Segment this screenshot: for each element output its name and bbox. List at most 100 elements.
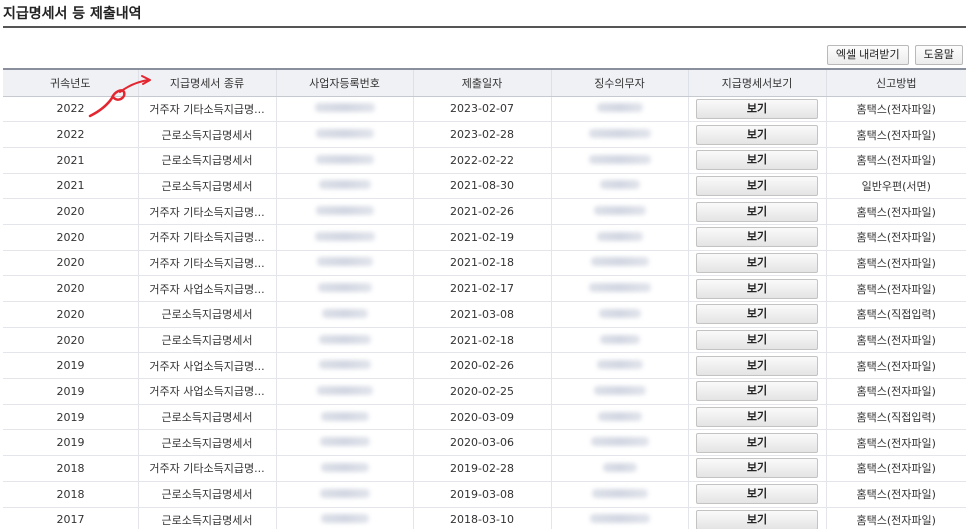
cell-withholder-redacted xyxy=(550,481,688,508)
cell-kind: 근로소득지급명세서 xyxy=(137,147,276,174)
cell-kind: 근로소득지급명세서 xyxy=(137,507,276,529)
cell-business-number-redacted xyxy=(275,96,413,123)
cell-withholder-redacted xyxy=(550,250,688,277)
cell-submit-date: 2019-03-08 xyxy=(412,481,551,508)
cell-submit-date: 2020-02-26 xyxy=(412,352,551,380)
view-statement-button[interactable]: 보기 xyxy=(696,355,818,376)
cell-business-number-redacted xyxy=(275,224,413,251)
cell-view: 보기 xyxy=(687,455,826,482)
view-statement-button[interactable]: 보기 xyxy=(696,175,818,196)
cell-business-number-redacted xyxy=(275,121,413,148)
table-row: 2021 근로소득지급명세서 2021-08-30 보기 일반우편(서면) xyxy=(3,173,966,200)
cell-kind: 거주자 기타소득지급명... xyxy=(137,455,276,482)
cell-submit-date: 2020-03-06 xyxy=(412,429,551,457)
table-row: 2020 거주자 기타소득지급명... 2021-02-26 보기 홈택스(전자파일) xyxy=(3,198,966,225)
view-statement-button[interactable]: 보기 xyxy=(696,432,818,453)
view-statement-button[interactable]: 보기 xyxy=(696,484,818,505)
column-header-method[interactable]: 신고방법 xyxy=(825,68,966,97)
help-button[interactable]: 도움말 xyxy=(914,45,963,65)
view-statement-button[interactable]: 보기 xyxy=(696,227,818,248)
table-row: 2020 거주자 사업소득지급명... 2021-02-17 보기 홈택스(전자파일) xyxy=(3,275,966,302)
title-divider xyxy=(3,26,966,28)
cell-kind: 거주자 사업소득지급명... xyxy=(137,352,276,380)
cell-view: 보기 xyxy=(687,301,826,328)
cell-method: 홈택스(직접입력) xyxy=(825,301,966,328)
cell-business-number-redacted xyxy=(275,301,413,328)
cell-method: 홈택스(전자파일) xyxy=(825,198,966,225)
cell-view: 보기 xyxy=(687,327,826,354)
cell-year: 2020 xyxy=(3,301,138,328)
cell-withholder-redacted xyxy=(550,429,688,457)
cell-view: 보기 xyxy=(687,250,826,277)
table-row: 2022 근로소득지급명세서 2023-02-28 보기 홈택스(전자파일) xyxy=(3,121,966,148)
cell-submit-date: 2021-03-08 xyxy=(412,301,551,328)
page-title: 지급명세서 등 제출내역 xyxy=(3,6,142,22)
cell-year: 2019 xyxy=(3,404,138,431)
column-header-submit-date[interactable]: 제출일자 xyxy=(412,68,551,97)
cell-submit-date: 2018-03-10 xyxy=(412,507,551,529)
cell-business-number-redacted xyxy=(275,429,413,457)
cell-method: 홈택스(전자파일) xyxy=(825,250,966,277)
table-row: 2020 거주자 기타소득지급명... 2021-02-19 보기 홈택스(전자파일) xyxy=(3,224,966,251)
table-row: 2019 근로소득지급명세서 2020-03-06 보기 홈택스(전자파일) xyxy=(3,429,966,457)
column-header-withholder[interactable]: 징수의무자 xyxy=(550,68,688,97)
view-statement-button[interactable]: 보기 xyxy=(696,458,818,479)
column-header-kind[interactable]: 지급명세서 종류 xyxy=(137,68,276,97)
cell-method: 홈택스(전자파일) xyxy=(825,455,966,482)
view-statement-button[interactable]: 보기 xyxy=(696,124,818,145)
cell-business-number-redacted xyxy=(275,507,413,529)
cell-method: 일반우편(서면) xyxy=(825,173,966,200)
cell-kind: 근로소득지급명세서 xyxy=(137,327,276,354)
cell-business-number-redacted xyxy=(275,250,413,277)
view-statement-button[interactable]: 보기 xyxy=(696,201,818,222)
cell-withholder-redacted xyxy=(550,147,688,174)
toolbar: 엑셀 내려받기 도움말 xyxy=(826,45,963,65)
cell-withholder-redacted xyxy=(550,455,688,482)
cell-year: 2018 xyxy=(3,481,138,508)
cell-view: 보기 xyxy=(687,404,826,431)
column-header-business-number[interactable]: 사업자등록번호 xyxy=(275,68,413,97)
cell-view: 보기 xyxy=(687,96,826,123)
cell-year: 2020 xyxy=(3,198,138,225)
cell-kind: 근로소득지급명세서 xyxy=(137,173,276,200)
cell-year: 2020 xyxy=(3,327,138,354)
cell-view: 보기 xyxy=(687,173,826,200)
cell-withholder-redacted xyxy=(550,275,688,302)
cell-year: 2020 xyxy=(3,275,138,302)
cell-view: 보기 xyxy=(687,352,826,380)
cell-submit-date: 2021-02-18 xyxy=(412,250,551,277)
view-statement-button[interactable]: 보기 xyxy=(696,407,818,428)
cell-year: 2022 xyxy=(3,96,138,123)
table-row: 2021 근로소득지급명세서 2022-02-22 보기 홈택스(전자파일) xyxy=(3,147,966,174)
cell-method: 홈택스(전자파일) xyxy=(825,481,966,508)
cell-submit-date: 2021-02-18 xyxy=(412,327,551,354)
table-row: 2020 거주자 기타소득지급명... 2021-02-18 보기 홈택스(전자파일) xyxy=(3,250,966,277)
cell-year: 2019 xyxy=(3,352,138,380)
cell-method: 홈택스(전자파일) xyxy=(825,378,966,405)
cell-method: 홈택스(직접입력) xyxy=(825,404,966,431)
cell-kind: 거주자 사업소득지급명... xyxy=(137,275,276,302)
view-statement-button[interactable]: 보기 xyxy=(696,381,818,402)
cell-view: 보기 xyxy=(687,481,826,508)
cell-year: 2019 xyxy=(3,378,138,405)
cell-year: 2018 xyxy=(3,455,138,482)
cell-method: 홈택스(전자파일) xyxy=(825,352,966,380)
cell-business-number-redacted xyxy=(275,455,413,482)
view-statement-button[interactable]: 보기 xyxy=(696,278,818,299)
cell-submit-date: 2020-03-09 xyxy=(412,404,551,431)
view-statement-button[interactable]: 보기 xyxy=(696,509,818,529)
cell-method: 홈택스(전자파일) xyxy=(825,147,966,174)
column-header-year[interactable]: 귀속년도 xyxy=(3,68,138,97)
view-statement-button[interactable]: 보기 xyxy=(696,98,818,119)
column-header-view: 지급명세서보기 xyxy=(687,68,826,97)
excel-download-button[interactable]: 엑셀 내려받기 xyxy=(826,45,909,65)
cell-method: 홈택스(전자파일) xyxy=(825,327,966,354)
cell-withholder-redacted xyxy=(550,224,688,251)
view-statement-button[interactable]: 보기 xyxy=(696,150,818,171)
table-row: 2018 거주자 기타소득지급명... 2019-02-28 보기 홈택스(전자파일) xyxy=(3,455,966,482)
view-statement-button[interactable]: 보기 xyxy=(696,330,818,351)
view-statement-button[interactable]: 보기 xyxy=(696,304,818,325)
cell-method: 홈택스(전자파일) xyxy=(825,429,966,457)
view-statement-button[interactable]: 보기 xyxy=(696,252,818,273)
cell-submit-date: 2021-08-30 xyxy=(412,173,551,200)
